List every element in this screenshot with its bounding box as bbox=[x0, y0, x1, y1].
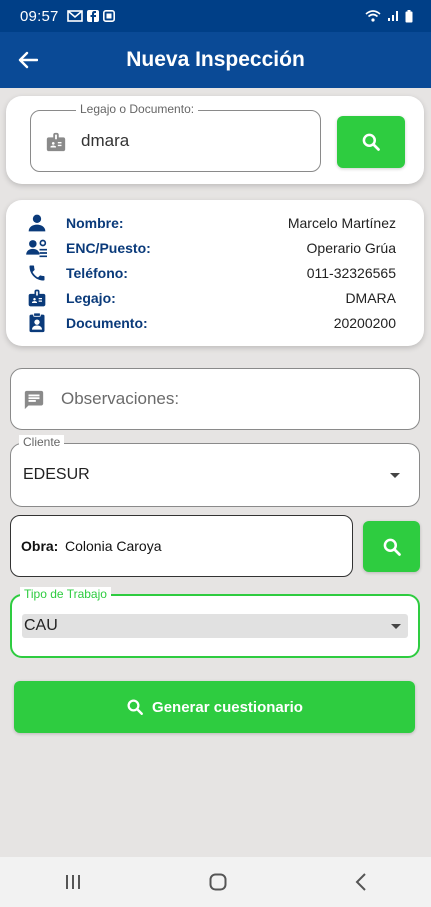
info-row-nombre: Nombre: Marcelo Martínez bbox=[24, 211, 396, 235]
recent-apps-icon[interactable] bbox=[64, 874, 82, 890]
tipo-trabajo-legend: Tipo de Trabajo bbox=[20, 587, 111, 601]
search-card: Legajo o Documento: dmara bbox=[6, 96, 424, 184]
tipo-trabajo-selected: CAU bbox=[22, 614, 408, 638]
generar-cuestionario-label: Generar cuestionario bbox=[152, 698, 303, 716]
position-icon bbox=[26, 239, 47, 258]
tipo-trabajo-value: CAU bbox=[24, 617, 58, 634]
info-value-legajo: DMARA bbox=[345, 290, 396, 306]
employee-info-card: Nombre: Marcelo Martínez ENC/Puesto: Ope… bbox=[6, 200, 424, 346]
info-value-telefono: 011-32326565 bbox=[306, 265, 396, 281]
app-bar: Nueva Inspección bbox=[0, 32, 431, 88]
dropdown-arrow-icon bbox=[391, 624, 401, 629]
legajo-search-field[interactable]: Legajo o Documento: dmara bbox=[30, 102, 321, 172]
obra-field[interactable]: Obra: Colonia Caroya bbox=[10, 515, 353, 577]
dropdown-arrow-icon bbox=[390, 473, 400, 478]
wifi-icon bbox=[365, 10, 381, 22]
info-label-legajo: Legajo: bbox=[66, 290, 116, 306]
back-nav-icon[interactable] bbox=[355, 873, 367, 891]
status-time: 09:57 bbox=[20, 7, 59, 25]
comment-icon bbox=[24, 390, 44, 410]
id-card-icon bbox=[29, 313, 45, 333]
legajo-search-legend: Legajo o Documento: bbox=[76, 102, 199, 116]
home-icon[interactable] bbox=[209, 873, 227, 891]
cliente-select[interactable]: Cliente EDESUR bbox=[10, 435, 420, 507]
back-arrow-icon bbox=[18, 51, 38, 69]
system-icons bbox=[365, 9, 413, 23]
info-label-documento: Documento: bbox=[66, 315, 148, 331]
cliente-legend: Cliente bbox=[19, 435, 65, 449]
battery-icon bbox=[405, 9, 413, 22]
person-icon bbox=[28, 214, 46, 232]
back-button[interactable] bbox=[0, 32, 56, 88]
info-value-nombre: Marcelo Martínez bbox=[287, 215, 396, 231]
generar-cuestionario-button[interactable]: Generar cuestionario bbox=[14, 681, 415, 733]
mail-icon bbox=[66, 10, 83, 22]
search-icon bbox=[362, 133, 380, 151]
info-row-documento: Documento: 20200200 bbox=[24, 311, 396, 335]
phone-icon bbox=[29, 265, 45, 281]
page-title: Nueva Inspección bbox=[126, 48, 305, 71]
info-row-puesto: ENC/Puesto: Operario Grúa bbox=[24, 236, 396, 260]
search-icon bbox=[383, 538, 401, 556]
info-row-legajo: Legajo: DMARA bbox=[24, 286, 396, 310]
info-label-puesto: ENC/Puesto: bbox=[66, 240, 151, 256]
info-value-puesto: Operario Grúa bbox=[306, 240, 396, 256]
notification-icons bbox=[66, 10, 115, 22]
info-label-telefono: Teléfono: bbox=[66, 265, 128, 281]
tipo-trabajo-select[interactable]: Tipo de Trabajo CAU bbox=[10, 587, 420, 658]
observaciones-field[interactable]: Observaciones: bbox=[10, 368, 420, 430]
search-icon bbox=[127, 699, 143, 715]
status-bar: 09:57 bbox=[0, 0, 431, 32]
info-row-telefono: Teléfono: 011-32326565 bbox=[24, 261, 396, 285]
obra-value: Colonia Caroya bbox=[65, 538, 162, 554]
search-legajo-button[interactable] bbox=[337, 116, 405, 168]
obra-label: Obra: bbox=[21, 538, 59, 554]
signal-icon bbox=[388, 11, 398, 21]
cliente-value: EDESUR bbox=[23, 466, 90, 483]
facebook-icon bbox=[86, 10, 99, 22]
info-value-documento: 20200200 bbox=[333, 315, 396, 331]
badge-icon bbox=[28, 289, 46, 307]
info-label-nombre: Nombre: bbox=[66, 215, 124, 231]
legajo-search-value: dmara bbox=[81, 131, 130, 150]
badge-icon bbox=[46, 132, 66, 152]
app-notification-icon bbox=[102, 10, 115, 22]
system-navigation-bar bbox=[0, 857, 431, 907]
observaciones-placeholder: Observaciones: bbox=[61, 389, 180, 408]
search-obra-button[interactable] bbox=[363, 521, 420, 572]
